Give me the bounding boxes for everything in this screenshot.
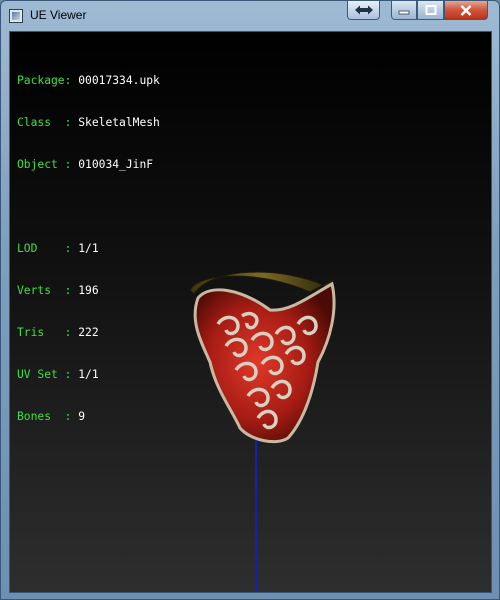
bones-value: 9 xyxy=(78,410,86,423)
swap-arrows-icon xyxy=(354,5,373,15)
info-row-object: Object : 010034_JinF xyxy=(17,158,160,172)
skeletal-mesh-model[interactable] xyxy=(180,250,340,450)
app-icon xyxy=(9,9,23,23)
minimize-button[interactable] xyxy=(391,1,417,20)
info-row-bones: Bones : 9 xyxy=(17,410,160,424)
window-title: UE Viewer xyxy=(30,8,87,22)
info-row-tris: Tris : 222 xyxy=(17,326,160,340)
verts-label: Verts : xyxy=(17,284,72,297)
uvset-label: UV Set : xyxy=(17,368,72,381)
info-row-uvset: UV Set : 1/1 xyxy=(17,368,160,382)
tris-value: 222 xyxy=(78,326,99,339)
verts-value: 196 xyxy=(78,284,99,297)
object-label: Object : xyxy=(17,158,72,171)
bones-label: Bones : xyxy=(17,410,72,423)
tris-label: Tris : xyxy=(17,326,72,339)
close-button[interactable] xyxy=(444,1,488,20)
title-bar[interactable]: UE Viewer xyxy=(1,1,499,30)
minimize-icon xyxy=(398,10,410,15)
maximize-icon xyxy=(425,5,436,15)
mesh-info-panel: Package: 00017334.upk Class : SkeletalMe… xyxy=(17,46,160,452)
close-icon xyxy=(460,4,472,16)
class-label: Class : xyxy=(17,116,72,129)
package-value: 00017334.upk xyxy=(78,74,160,87)
class-value: SkeletalMesh xyxy=(78,116,160,129)
info-row-class: Class : SkeletalMesh xyxy=(17,116,160,130)
swap-button[interactable] xyxy=(347,1,380,20)
app-window: UE Viewer Package: 00017334.upk Class : … xyxy=(0,0,500,600)
package-label: Package: xyxy=(17,74,72,87)
object-value: 010034_JinF xyxy=(78,158,154,171)
lod-label: LOD : xyxy=(17,242,72,255)
3d-viewport[interactable]: Package: 00017334.upk Class : SkeletalMe… xyxy=(9,31,492,593)
info-row-lod: LOD : 1/1 xyxy=(17,242,160,256)
uvset-value: 1/1 xyxy=(78,368,99,381)
maximize-button[interactable] xyxy=(417,1,444,20)
info-row-verts: Verts : 196 xyxy=(17,284,160,298)
info-row-package: Package: 00017334.upk xyxy=(17,74,160,88)
lod-value: 1/1 xyxy=(78,242,99,255)
